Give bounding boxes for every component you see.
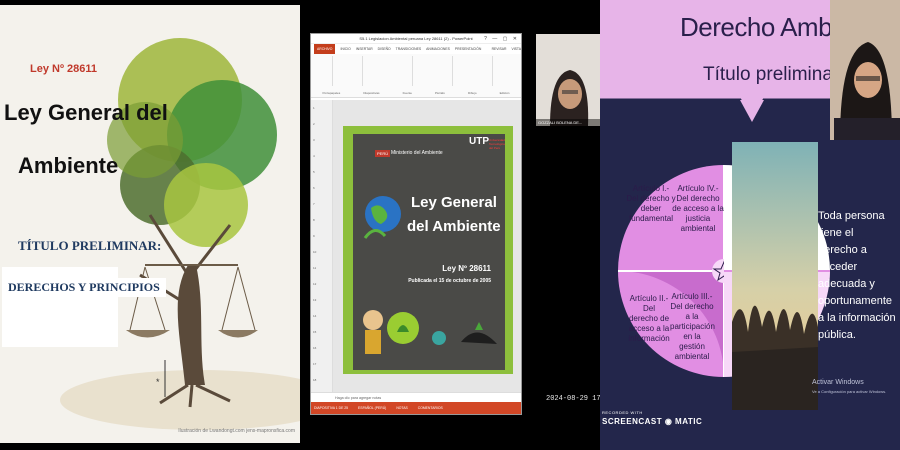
ribbon-group-paragraph[interactable]: [413, 56, 453, 86]
slide-number[interactable]: 17: [313, 362, 316, 366]
slide-number[interactable]: 1: [313, 106, 315, 110]
slide-dark-panel: PERÚ Ministerio del Ambiente UTP Univers…: [353, 134, 505, 370]
tab-vista[interactable]: VISTA: [511, 44, 521, 54]
status-language[interactable]: ESPAÑOL (PERÚ): [358, 402, 386, 414]
slide-number[interactable]: 7: [313, 202, 315, 206]
ribbon-label: Portapapeles: [322, 91, 341, 95]
screen: * Ley Nº 28611 Ley General del Ambiente …: [0, 0, 900, 450]
slide-number[interactable]: 15: [313, 330, 316, 334]
ribbon-group-font[interactable]: [363, 56, 413, 86]
utp-logo: UTP: [469, 136, 489, 147]
slide-number[interactable]: 6: [313, 186, 315, 190]
right-slide-panel: Derecho Ambiental Título preliminar Artí…: [600, 0, 900, 450]
tab-insertar[interactable]: INSERTAR: [356, 44, 373, 54]
ribbon-label: Dibujo: [467, 91, 477, 95]
tab-diseno[interactable]: DISEÑO: [378, 44, 391, 54]
slide-number[interactable]: 5: [313, 170, 315, 174]
recorder-brand: SCREENCAST ◉ MATIC: [602, 417, 703, 426]
slide-law-number: Ley Nº 28611: [442, 264, 491, 273]
ribbon-label: Párrafo: [435, 91, 445, 95]
participant-name: GOZZALI BOLENA DE...: [536, 119, 600, 126]
slide-number[interactable]: 3: [313, 138, 315, 142]
slide-number[interactable]: 4: [313, 154, 315, 158]
screencastomatic-logo: RECORDED WITH SCREENCAST ◉ MATIC: [602, 410, 702, 426]
svg-text:*: *: [156, 377, 160, 387]
window-controls[interactable]: ? — ▢ ✕: [484, 34, 519, 44]
articles-circle-diagram: [618, 165, 724, 377]
status-comments-button[interactable]: COMENTARIOS: [418, 402, 443, 414]
status-slide-count: DIAPOSITIVA 1 DE 25: [314, 406, 349, 410]
tab-animaciones[interactable]: ANIMACIONES: [426, 44, 450, 54]
slide-number[interactable]: 2: [313, 122, 315, 126]
slide-title-line1: Ley General: [411, 194, 497, 211]
globe-icon: [363, 196, 401, 239]
slide-number[interactable]: 8: [313, 218, 315, 222]
section-subheading: DERECHOS Y PRINCIPIOS: [2, 278, 166, 297]
ribbon-group-slides[interactable]: [333, 56, 363, 86]
watermark-subtitle: Ve a Configuración para activar Windows.: [812, 389, 887, 394]
current-slide[interactable]: PERÚ Ministerio del Ambiente UTP Univers…: [343, 126, 513, 374]
slide-number[interactable]: 10: [313, 250, 316, 254]
article-3-text: Artículo III.- Del derecho a la particip…: [670, 292, 715, 361]
activate-windows-watermark: Activar Windows Ve a Configuración para …: [812, 378, 886, 396]
status-bar: DIAPOSITIVA 1 DE 25 ESPAÑOL (PERÚ) NOTAS…: [311, 402, 521, 414]
tab-presentacion[interactable]: PRESENTACIÓN CON DIAPOSITIVAS: [455, 44, 487, 71]
slide-number[interactable]: 18: [313, 378, 316, 382]
slide-subtitle: Título preliminar: [703, 64, 840, 85]
status-notes-button[interactable]: NOTAS: [396, 402, 407, 414]
wheat-field-photo: [732, 142, 818, 410]
section-heading: TÍTULO PRELIMINAR:: [18, 238, 162, 253]
ribbon-label: Diapositivas: [363, 91, 380, 95]
ribbon-group-labels: Portapapeles Diapositivas Fuente Párrafo…: [311, 91, 521, 95]
slide-title-line2: del Ambiente: [407, 218, 501, 235]
watermark-title: Activar Windows: [812, 379, 864, 386]
article-4-text: Artículo IV.- Del derecho de acceso a la…: [672, 184, 724, 233]
ribbon-toolbar: Portapapeles Diapositivas Fuente Párrafo…: [311, 54, 521, 98]
window-title: S5.1 Legislacion Ambiental peruana Ley 2…: [359, 36, 473, 41]
slide-title-line1: Ley General del: [4, 100, 168, 125]
slide-thumbnail-pane[interactable]: 1 2 3 4 5 6 7 8 9 10 11 12 13 14 15 16 1…: [311, 100, 333, 392]
presenter-video[interactable]: [830, 0, 900, 140]
slide-number[interactable]: 13: [313, 298, 316, 302]
illustration-credit: Ilustración de Lwandongt.com jens-mapron…: [178, 428, 295, 434]
ribbon-tabs: ARCHIVO INICIO INSERTAR DISEÑO TRANSICIO…: [311, 44, 521, 71]
notes-pane[interactable]: Haga clic para agregar notas: [311, 392, 521, 402]
slide-number[interactable]: 12: [313, 282, 316, 286]
ribbon-label: Edición: [499, 91, 510, 95]
ribbon-group-clipboard[interactable]: [311, 56, 333, 86]
slide-title-line2: Ambiente: [18, 153, 119, 178]
participant-video[interactable]: GOZZALI BOLENA DE...: [536, 34, 600, 126]
tab-archivo[interactable]: ARCHIVO: [314, 44, 336, 54]
recorded-with-label: RECORDED WITH: [602, 410, 643, 415]
ribbon-group-drawing[interactable]: [453, 56, 493, 86]
ribbon-label: Fuente: [402, 91, 412, 95]
peru-badge: PERÚ: [375, 150, 391, 157]
presenter-avatar: [830, 0, 900, 140]
article-1-text: Artículo I.- Del derecho y deber fundame…: [626, 184, 676, 223]
tab-revisar[interactable]: REVISAR: [492, 44, 507, 54]
law-number: Ley Nº 28611: [30, 63, 98, 75]
slide-number[interactable]: 16: [313, 346, 316, 350]
article-2-text: Artículo II.- Del derecho de acceso a la…: [628, 294, 670, 343]
slide-illustrations: [363, 310, 497, 354]
ribbon-group-editing[interactable]: [493, 56, 521, 86]
utp-subtitle: Universidad Tecnológica del Perú: [489, 138, 505, 150]
slide-editing-canvas[interactable]: PERÚ Ministerio del Ambiente UTP Univers…: [333, 100, 521, 392]
ministerio-label: Ministerio del Ambiente: [391, 150, 443, 156]
tab-transiciones[interactable]: TRANSICIONES: [396, 44, 421, 54]
slide-number[interactable]: 11: [313, 266, 316, 270]
left-slide-panel: * Ley Nº 28611 Ley General del Ambiente …: [0, 5, 300, 443]
slide-number[interactable]: 9: [313, 234, 315, 238]
right-slide-paragraph: Toda persona tiene el derecho a acceder …: [818, 210, 896, 341]
powerpoint-window: S5.1 Legislacion Ambiental peruana Ley 2…: [310, 33, 522, 415]
slide-number[interactable]: 14: [313, 314, 316, 318]
window-titlebar: S5.1 Legislacion Ambiental peruana Ley 2…: [311, 34, 521, 44]
tab-inicio[interactable]: INICIO: [340, 44, 350, 54]
participant-avatar: [536, 34, 600, 126]
